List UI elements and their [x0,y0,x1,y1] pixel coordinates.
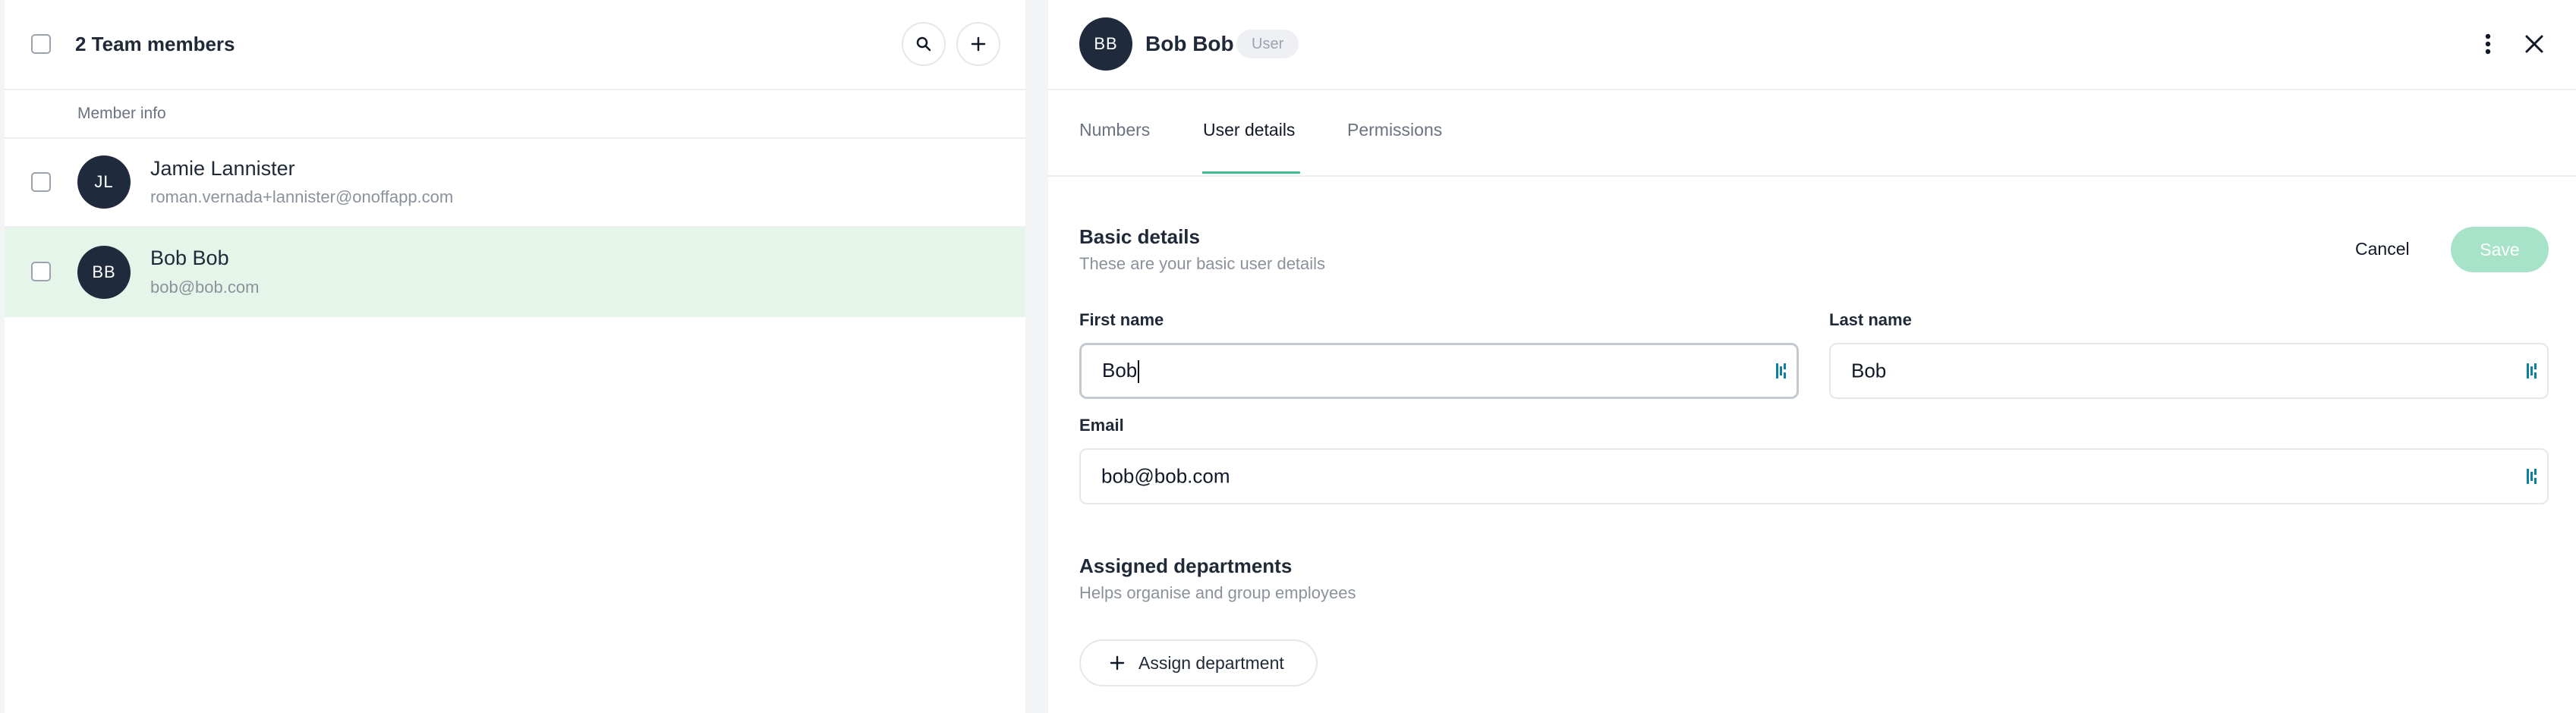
close-icon [2525,35,2543,53]
table-row-selected[interactable]: BB Bob Bob bob@bob.com [5,228,1025,317]
row-checkbox[interactable] [31,262,51,281]
tab-user-details[interactable]: User details [1203,120,1295,140]
assigned-departments-title: Assigned departments [1079,554,1293,577]
first-name-value: Bob [1102,358,1138,382]
select-all-checkbox[interactable] [31,34,51,54]
plus-icon [1110,655,1125,671]
user-detail-panel: BB Bob Bob User Numbers User details Per… [1048,0,2576,713]
first-name-label: First name [1079,310,1164,329]
last-name-field[interactable]: Bob [1829,343,2549,399]
role-badge: User [1236,30,1299,58]
close-button[interactable] [2521,30,2548,58]
avatar: JL [77,155,131,209]
avatar: BB [1079,17,1132,71]
email-label: Email [1079,416,1124,435]
last-name-value: Bob [1851,359,1887,382]
plus-icon [971,36,986,52]
cancel-button[interactable]: Cancel [2355,239,2410,259]
member-name: Bob Bob [150,247,229,269]
tabs-divider [1048,175,2576,177]
add-member-button[interactable] [956,22,1000,66]
email-field[interactable]: bob@bob.com [1079,448,2549,504]
member-email: roman.vernada+lannister@onoffapp.com [150,187,454,206]
assign-department-button[interactable]: Assign department [1079,639,1318,686]
team-members-panel: 2 Team members Member info JL Jamie Lann… [5,0,1025,713]
table-row[interactable]: JL Jamie Lannister roman.vernada+lannist… [5,139,1025,226]
search-icon [916,36,931,52]
team-members-title: 2 Team members [75,33,235,55]
assigned-departments-subtitle: Helps organise and group employees [1079,583,1356,602]
basic-details-title: Basic details [1079,225,1200,248]
more-options-button[interactable] [2477,30,2499,58]
avatar: BB [77,246,131,299]
tab-permissions[interactable]: Permissions [1347,120,1442,140]
text-caret [1138,360,1140,384]
active-tab-indicator [1202,171,1300,174]
password-manager-icon[interactable] [2526,467,2538,485]
member-info-column-header: Member info [77,105,166,122]
save-button[interactable]: Save [2451,227,2549,272]
first-name-field[interactable]: Bob [1079,343,1799,399]
search-button[interactable] [902,22,946,66]
member-name: Jamie Lannister [150,157,295,180]
more-vertical-icon [2485,33,2491,55]
tab-numbers[interactable]: Numbers [1079,120,1150,140]
user-name-title: Bob Bob [1145,32,1234,55]
assign-department-label: Assign department [1138,653,1284,673]
password-manager-icon[interactable] [1775,362,1787,380]
header-divider [1048,89,2576,90]
last-name-label: Last name [1829,310,1912,329]
header-divider [5,89,1025,90]
password-manager-icon[interactable] [2526,362,2538,380]
row-checkbox[interactable] [31,172,51,192]
basic-details-subtitle: These are your basic user details [1079,254,1326,273]
member-email: bob@bob.com [150,278,260,297]
email-value: bob@bob.com [1101,464,1230,488]
